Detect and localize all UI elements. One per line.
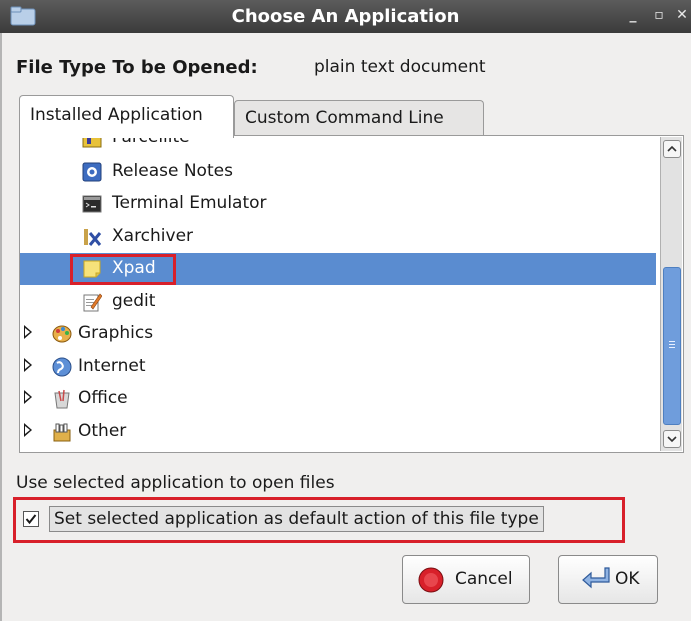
close-button[interactable]: ✕ [675,7,689,23]
graphics-category-icon [52,325,72,343]
list-item-release-notes[interactable]: Release Notes [20,156,656,188]
chevron-up-icon [667,145,677,152]
scrollbar-thumb[interactable] [663,267,681,425]
list-item-label: Parcellite [112,137,190,147]
expander-arrow-icon[interactable] [24,325,32,339]
maximize-button[interactable]: ▫ [652,7,666,23]
xarchiver-icon [84,229,102,246]
cancel-button[interactable]: Cancel [402,555,530,604]
list-item-xarchiver[interactable]: Xarchiver [20,221,656,253]
terminal-icon [82,195,102,213]
list-item-partial[interactable] [20,447,656,451]
ok-button-label: OK [615,569,640,589]
application-list[interactable]: Parcellite Release Notes Terminal Emulat… [20,137,656,451]
scroll-up-button[interactable] [663,140,681,158]
list-item-label: Office [78,388,128,408]
expander-arrow-icon[interactable] [24,358,32,372]
office-category-icon [54,389,70,409]
list-item-gedit[interactable]: gedit [20,286,656,318]
list-item-label: Xarchiver [112,226,194,246]
list-item-internet[interactable]: Internet [20,351,656,383]
parcellite-icon [82,137,102,148]
window-border [0,33,2,621]
grip-icon [669,341,675,348]
list-item-label: Other [78,421,127,441]
choose-application-dialog: Choose An Application _ ▫ ✕ File Type To… [0,0,691,621]
use-selected-label: Use selected application to open files [16,473,335,493]
list-item-terminal-emulator[interactable]: Terminal Emulator [20,188,656,220]
scroll-down-button[interactable] [663,430,681,448]
ok-button[interactable]: OK [558,555,658,604]
list-item-graphics[interactable]: Graphics [20,318,656,350]
cancel-button-label: Cancel [455,569,513,589]
file-type-value: plain text document [314,57,486,77]
list-item-label: Internet [78,356,146,376]
title-bar[interactable]: Choose An Application _ ▫ ✕ [0,0,691,33]
release-notes-icon [82,162,102,182]
expander-arrow-icon[interactable] [24,423,32,437]
enter-arrow-icon [582,567,610,589]
other-category-icon [53,423,71,442]
stop-icon [418,567,444,593]
gedit-icon [83,293,102,312]
tab-installed-application[interactable]: Installed Application [19,95,234,138]
file-type-label: File Type To be Opened: [16,57,258,78]
vertical-scrollbar[interactable] [660,137,682,451]
minimize-button[interactable]: _ [626,7,640,23]
internet-category-icon [52,357,72,377]
list-item-parcellite[interactable]: Parcellite [20,137,656,154]
expander-arrow-icon[interactable] [24,390,32,404]
window-title: Choose An Application [231,6,460,27]
list-item-office[interactable]: Office [20,383,656,415]
list-item-label: Terminal Emulator [112,193,267,213]
selection-highlight-outline [70,254,176,285]
chevron-down-icon [667,436,677,443]
checkbox-highlight-outline [13,497,625,543]
list-item-label: gedit [112,291,156,311]
list-item-other[interactable]: Other [20,416,656,448]
list-item-label: Release Notes [112,161,233,181]
tab-custom-command-line[interactable]: Custom Command Line [234,100,484,136]
list-item-label: Graphics [78,323,154,343]
